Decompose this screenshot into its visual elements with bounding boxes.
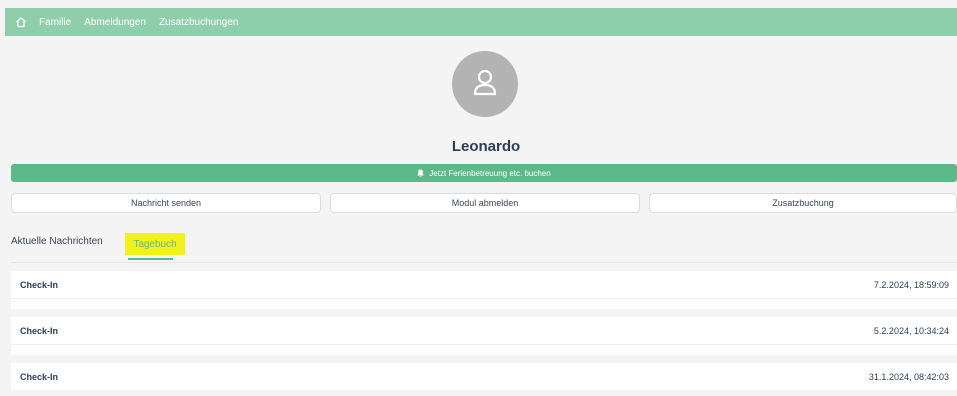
tab-diary[interactable]: Tagebuch: [125, 233, 185, 255]
nav-link-abmeldungen[interactable]: Abmeldungen: [84, 17, 146, 28]
avatar: [452, 51, 518, 117]
entry-timestamp: 5.2.2024, 10:34:24: [873, 325, 949, 336]
user-icon: [470, 67, 500, 102]
bell-icon: [417, 169, 425, 177]
entry-title: Check-In: [20, 371, 59, 382]
diary-entry: Check-In 31.1.2024, 08:42:03: [11, 363, 957, 390]
entry-body: [11, 298, 957, 309]
home-icon[interactable]: [15, 16, 27, 28]
active-tab-indicator: [128, 258, 173, 260]
entry-title: Check-In: [20, 325, 59, 336]
child-name: Leonardo: [451, 138, 521, 155]
booking-label: Jetzt Ferienbetreuung etc. buchen: [429, 168, 551, 178]
tab-news[interactable]: Aktuelle Nachrichten: [11, 236, 103, 247]
diary-entry: Check-In 5.2.2024, 10:34:24: [11, 317, 957, 344]
nav-link-zusatzbuchungen[interactable]: Zusatzbuchungen: [159, 17, 239, 28]
entry-title: Check-In: [20, 279, 59, 290]
additional-booking-button[interactable]: Zusatzbuchung: [649, 193, 957, 213]
top-navigation: Familie Abmeldungen Zusatzbuchungen: [5, 8, 957, 36]
nav-link-familie[interactable]: Familie: [39, 17, 71, 28]
entry-body: [11, 344, 957, 355]
unsubscribe-module-button[interactable]: Modul abmelden: [330, 193, 640, 213]
entry-timestamp: 7.2.2024, 18:59:09: [873, 279, 949, 290]
diary-entry: Check-In 7.2.2024, 18:59:09: [11, 271, 957, 298]
entry-timestamp: 31.1.2024, 08:42:03: [868, 371, 949, 382]
tabs-divider: [11, 262, 957, 263]
send-message-button[interactable]: Nachricht senden: [11, 193, 321, 213]
booking-button[interactable]: Jetzt Ferienbetreuung etc. buchen: [11, 164, 957, 182]
